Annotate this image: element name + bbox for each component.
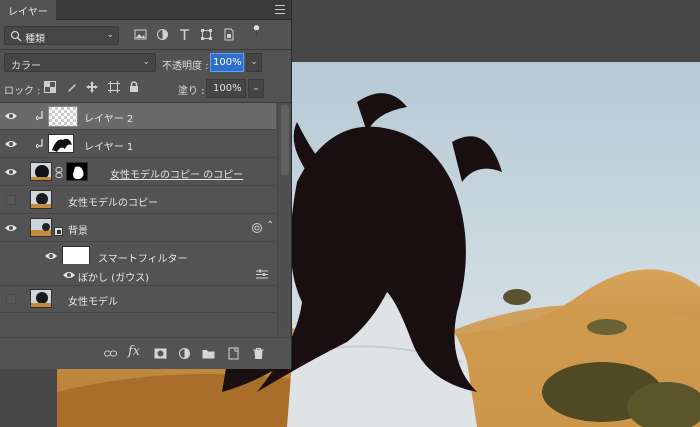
link-layers-icon[interactable] — [104, 347, 117, 360]
adjustment-layer-filter-icon[interactable] — [156, 28, 169, 41]
layer-row-model-copy[interactable]: 女性モデルのコピー — [0, 187, 276, 214]
pixel-layer-filter-icon[interactable] — [134, 28, 147, 41]
layer-row-layer-2[interactable]: レイヤー 2 — [0, 103, 276, 130]
layer-name: レイヤー 2 — [84, 114, 134, 125]
smart-filter-mask-thumbnail[interactable] — [62, 246, 90, 265]
layer-name: スマートフィルター — [98, 254, 188, 265]
layer-name: レイヤー 1 — [84, 142, 134, 153]
layer-row-gaussian-blur[interactable]: ぼかし (ガウス) — [0, 264, 276, 286]
filter-kind-select[interactable]: 種類 ⌄ — [4, 26, 119, 45]
fill-label: 塗り : — [178, 86, 205, 97]
layer-thumbnail — [30, 218, 52, 237]
adjustment-layer-icon[interactable] — [178, 347, 191, 360]
layer-thumbnail — [48, 134, 74, 153]
shape-layer-filter-icon[interactable] — [200, 28, 213, 41]
eye-icon[interactable] — [62, 269, 76, 281]
chevron-down-icon: ⌄ — [106, 30, 114, 40]
trash-icon[interactable] — [252, 347, 265, 360]
blend-mode-select[interactable]: カラー ⌄ — [4, 53, 156, 72]
filter-kind-label: 種類 — [25, 34, 45, 45]
opacity-dropdown-button[interactable]: ⌄ — [246, 53, 262, 72]
lock-label: ロック : — [4, 86, 41, 97]
filter-row: 種類 ⌄ — [4, 24, 287, 46]
search-icon — [10, 30, 22, 42]
fill-input[interactable]: 100% — [206, 79, 246, 98]
layer-thumbnail — [48, 106, 78, 127]
chevron-up-icon[interactable]: ⌃ — [266, 220, 274, 231]
visibility-toggle-off[interactable] — [6, 195, 16, 205]
lock-all-icon[interactable] — [128, 81, 140, 93]
layer-row-model-copy-copy[interactable]: 女性モデルのコピー のコピー — [0, 159, 276, 186]
eye-icon[interactable] — [4, 222, 18, 234]
divider — [0, 49, 291, 50]
lock-artboard-icon[interactable] — [108, 81, 120, 93]
eye-icon[interactable] — [44, 250, 58, 262]
filter-blending-options-icon[interactable] — [256, 269, 268, 280]
smart-object-badge-icon — [54, 227, 63, 236]
layer-thumbnail — [30, 162, 52, 181]
layer-mask-thumbnail[interactable] — [66, 162, 88, 181]
blend-mode-label: カラー — [11, 61, 41, 72]
panel-menu-icon[interactable] — [275, 5, 285, 14]
new-layer-icon[interactable] — [227, 347, 240, 360]
eye-icon[interactable] — [4, 110, 18, 122]
new-group-folder-icon[interactable] — [202, 347, 215, 360]
visibility-toggle-off[interactable] — [6, 294, 16, 304]
smart-object-filter-icon[interactable] — [222, 28, 235, 41]
layer-row-background[interactable]: 背景 ⌃ — [0, 215, 276, 242]
lock-image-pixels-icon[interactable] — [66, 81, 78, 93]
layer-name: ぼかし (ガウス) — [78, 273, 149, 284]
layers-panel-footer: fx — [0, 337, 291, 369]
panel-tab-bar: レイヤー — [0, 0, 291, 20]
layer-name: 背景 — [68, 226, 88, 237]
opacity-input[interactable]: 100% — [210, 53, 244, 72]
clipping-mask-icon — [36, 139, 43, 149]
tab-layers[interactable]: レイヤー — [0, 0, 56, 20]
layer-name: 女性モデルのコピー — [68, 198, 158, 209]
layer-thumbnail — [30, 289, 52, 308]
clipping-mask-icon — [36, 111, 43, 121]
layer-row-layer-1[interactable]: レイヤー 1 — [0, 131, 276, 158]
filter-toggle-icon[interactable] — [250, 24, 263, 37]
chevron-down-icon: ⌄ — [142, 57, 150, 67]
eye-icon[interactable] — [4, 138, 18, 150]
lock-transparent-pixels-icon[interactable] — [44, 81, 56, 93]
layers-panel: レイヤー 種類 ⌄ カラー ⌄ 不透明度 : 100% ⌄ ロック : 塗り:… — [0, 0, 292, 369]
layer-name: 女性モデルのコピー のコピー — [110, 170, 244, 181]
link-icon[interactable] — [55, 167, 63, 178]
layer-row-model[interactable]: 女性モデル — [0, 286, 276, 313]
type-layer-filter-icon[interactable] — [178, 28, 191, 41]
fx-layer-style-icon[interactable]: fx — [128, 344, 141, 359]
blend-row: カラー ⌄ 不透明度 : 100% ⌄ — [4, 53, 287, 73]
fill-dropdown-button[interactable]: ⌄ — [248, 79, 264, 98]
layer-name: 女性モデル — [68, 297, 118, 308]
add-layer-mask-icon[interactable] — [154, 347, 167, 360]
eye-icon[interactable] — [4, 166, 18, 178]
smart-filter-effects-icon[interactable] — [251, 222, 263, 234]
layer-thumbnail — [30, 190, 52, 209]
scrollbar-thumb[interactable] — [281, 105, 289, 175]
lock-position-icon[interactable] — [86, 81, 98, 93]
lock-row: ロック : 塗り : 100% ⌄ — [4, 79, 287, 99]
layers-scrollbar[interactable] — [277, 103, 291, 335]
opacity-label: 不透明度 : — [162, 61, 209, 72]
